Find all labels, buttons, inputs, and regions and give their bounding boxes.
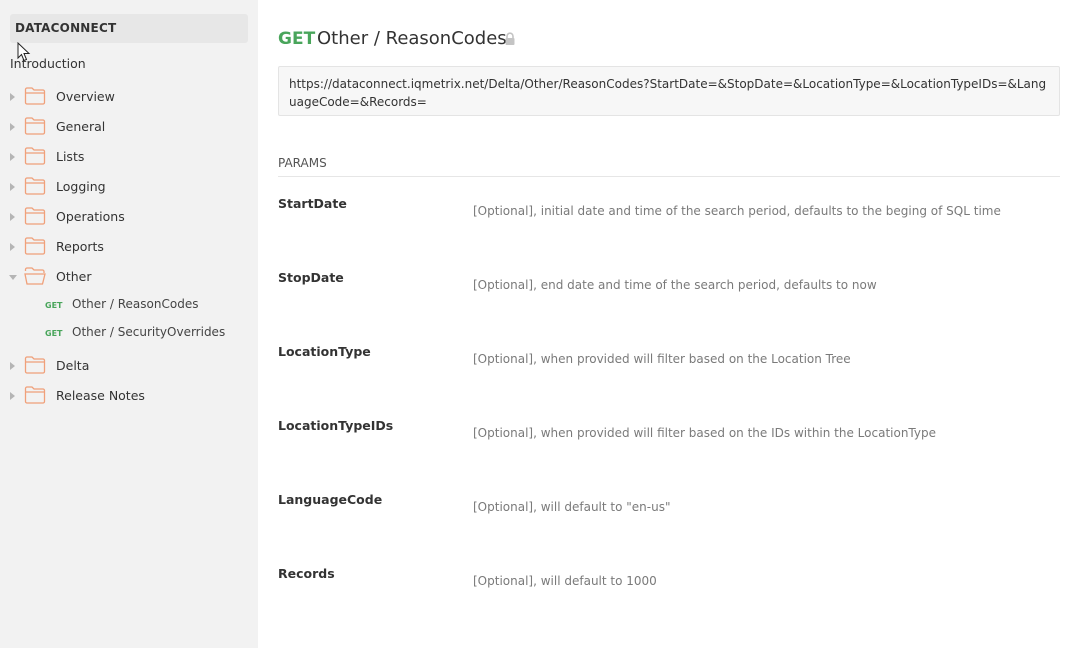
sidebar-folder-other[interactable]: Other bbox=[0, 266, 258, 290]
caret-right-icon[interactable] bbox=[10, 213, 15, 221]
folder-open-icon bbox=[24, 266, 46, 290]
sidebar-folder-label: Lists bbox=[56, 149, 85, 164]
param-name: StartDate bbox=[278, 196, 347, 211]
caret-right-icon[interactable] bbox=[10, 183, 15, 191]
param-description: [Optional], initial date and time of the… bbox=[473, 204, 1001, 218]
param-name: StopDate bbox=[278, 270, 344, 285]
request-method: GET bbox=[278, 29, 316, 49]
main-content: GET Other / ReasonCodes https://dataconn… bbox=[258, 0, 1075, 648]
caret-right-icon[interactable] bbox=[10, 153, 15, 161]
param-name: LocationType bbox=[278, 344, 371, 359]
param-description: [Optional], will default to "en-us" bbox=[473, 500, 671, 514]
sidebar-folder-label: Reports bbox=[56, 239, 104, 254]
folder-icon bbox=[24, 206, 46, 230]
params-heading: PARAMS bbox=[278, 156, 327, 170]
folder-icon bbox=[24, 385, 46, 409]
sidebar-folder-label: Delta bbox=[56, 358, 90, 373]
request-url[interactable]: https://dataconnect.iqmetrix.net/Delta/O… bbox=[278, 66, 1060, 116]
param-row: LanguageCode [Optional], will default to … bbox=[278, 492, 1060, 552]
param-description: [Optional], when provided will filter ba… bbox=[473, 352, 851, 366]
endpoint-method-badge: GET bbox=[45, 329, 63, 338]
folder-icon bbox=[24, 86, 46, 110]
caret-right-icon[interactable] bbox=[10, 362, 15, 370]
endpoint-label: Other / ReasonCodes bbox=[72, 297, 199, 311]
sidebar-endpoint-other-securityoverrides[interactable]: GET Other / SecurityOverrides bbox=[0, 323, 258, 343]
caret-right-icon[interactable] bbox=[10, 123, 15, 131]
param-name: LanguageCode bbox=[278, 492, 383, 507]
params-divider bbox=[278, 176, 1060, 177]
folder-icon bbox=[24, 116, 46, 140]
sidebar-endpoint-other-reasoncodes[interactable]: GET Other / ReasonCodes bbox=[0, 295, 258, 315]
endpoint-method-badge: GET bbox=[45, 301, 63, 310]
param-row: Records [Optional], will default to 1000 bbox=[278, 566, 1060, 626]
sidebar-folder-release-notes[interactable]: Release Notes bbox=[0, 385, 258, 409]
caret-right-icon[interactable] bbox=[10, 93, 15, 101]
param-row: StartDate [Optional], initial date and ti… bbox=[278, 196, 1060, 256]
sidebar-folder-label: Logging bbox=[56, 179, 106, 194]
sidebar-folder-label: Operations bbox=[56, 209, 125, 224]
sidebar-folder-general[interactable]: General bbox=[0, 116, 258, 140]
sidebar-folder-delta[interactable]: Delta bbox=[0, 355, 258, 379]
caret-right-icon[interactable] bbox=[10, 243, 15, 251]
caret-right-icon[interactable] bbox=[10, 392, 15, 400]
sidebar-folder-reports[interactable]: Reports bbox=[0, 236, 258, 260]
mouse-cursor-icon bbox=[17, 42, 31, 62]
caret-down-icon[interactable] bbox=[9, 275, 17, 280]
sidebar-folder-label: Overview bbox=[56, 89, 115, 104]
sidebar-folder-label: General bbox=[56, 119, 106, 134]
param-name: Records bbox=[278, 566, 335, 581]
sidebar-folder-logging[interactable]: Logging bbox=[0, 176, 258, 200]
folder-icon bbox=[24, 146, 46, 170]
param-row: LocationTypeIDs [Optional], when provided… bbox=[278, 418, 1060, 478]
sidebar-folder-operations[interactable]: Operations bbox=[0, 206, 258, 230]
endpoint-label: Other / SecurityOverrides bbox=[72, 325, 226, 339]
sidebar-folder-label: Other bbox=[56, 269, 92, 284]
sidebar-folder-lists[interactable]: Lists bbox=[0, 146, 258, 170]
sidebar-folder-overview[interactable]: Overview bbox=[0, 86, 258, 110]
sidebar-folder-label: Release Notes bbox=[56, 388, 145, 403]
param-row: LocationType [Optional], when provided wi… bbox=[278, 344, 1060, 404]
param-name: LocationTypeIDs bbox=[278, 418, 394, 433]
brand-name: DATACONNECT bbox=[15, 21, 117, 35]
folder-icon bbox=[24, 176, 46, 200]
brand-header[interactable]: DATACONNECT bbox=[10, 14, 248, 43]
param-description: [Optional], will default to 1000 bbox=[473, 574, 657, 588]
folder-icon bbox=[24, 236, 46, 260]
param-description: [Optional], end date and time of the sea… bbox=[473, 278, 877, 292]
folder-icon bbox=[24, 355, 46, 379]
lock-icon bbox=[505, 32, 515, 45]
param-row: StopDate [Optional], end date and time of… bbox=[278, 270, 1060, 330]
param-description: [Optional], when provided will filter ba… bbox=[473, 426, 936, 440]
sidebar: DATACONNECT Introduction Overview General… bbox=[0, 0, 258, 648]
request-title: Other / ReasonCodes bbox=[317, 28, 507, 49]
